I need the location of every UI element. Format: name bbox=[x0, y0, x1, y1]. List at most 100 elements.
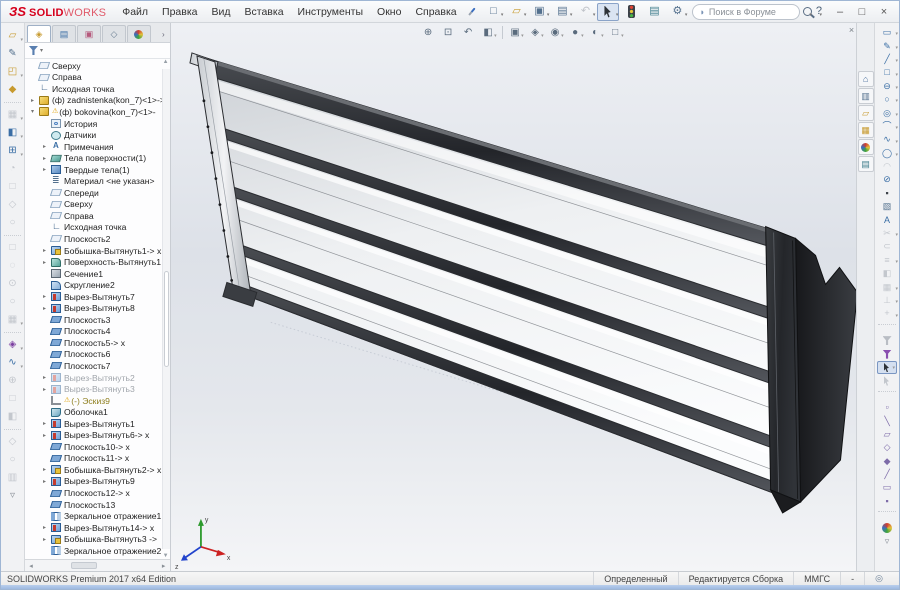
feature-pattern-button[interactable]: ▦ bbox=[1, 311, 24, 329]
route-button[interactable]: ∿ bbox=[1, 354, 24, 372]
tree-expand-arrow[interactable] bbox=[43, 466, 51, 473]
scrollbar-thumb[interactable] bbox=[71, 562, 98, 569]
filter-points-button[interactable]: ▪ bbox=[875, 495, 899, 508]
help-button[interactable]: ? bbox=[815, 3, 823, 21]
tabs-overflow-chevron[interactable]: › bbox=[162, 30, 168, 42]
tree-item[interactable]: ⚠ Сверху bbox=[25, 60, 162, 72]
lasso-select-button[interactable] bbox=[875, 374, 899, 387]
sketch-button[interactable]: ◇ bbox=[1, 196, 24, 214]
filter-solid-bodies-button[interactable]: ◆ bbox=[875, 455, 899, 468]
tree-expand-arrow[interactable] bbox=[43, 478, 51, 485]
sep[interactable] bbox=[1, 232, 24, 239]
tree-item[interactable]: ⚠ Сверху bbox=[25, 199, 162, 211]
reference-geometry-button[interactable]: □ bbox=[1, 178, 24, 196]
close-button[interactable]: × bbox=[873, 3, 895, 21]
tree-expand-arrow[interactable] bbox=[43, 374, 51, 381]
tree-item[interactable]: ⚠ Плоскость7 bbox=[25, 360, 162, 372]
filter-surface-bodies-button[interactable]: ◇ bbox=[875, 441, 899, 454]
tree-item[interactable]: ⚠ (-) Эскиз9 bbox=[25, 395, 162, 407]
mirror-components-button[interactable]: ◇ bbox=[1, 433, 24, 451]
sep[interactable] bbox=[875, 388, 899, 401]
trim-entities-button[interactable]: ✂ bbox=[875, 227, 899, 240]
design-library-tab[interactable]: ▥ bbox=[858, 88, 874, 104]
edit-appearance-button[interactable]: ● bbox=[566, 24, 585, 41]
arc-slot-button[interactable]: ⊘ bbox=[875, 173, 899, 186]
hole-wizard-button[interactable]: ○ bbox=[1, 214, 24, 232]
rectangle-button[interactable]: □ bbox=[875, 66, 899, 79]
line-button[interactable]: ╱ bbox=[875, 53, 899, 66]
tree-scroll-up-icon[interactable]: ▲ bbox=[163, 59, 169, 65]
tree-expand-arrow[interactable] bbox=[43, 432, 51, 439]
menu-item[interactable]: Вставка bbox=[239, 4, 290, 20]
sketch-chamfer-button[interactable]: ✎ bbox=[875, 39, 899, 52]
filter-caret-icon[interactable]: ▾ bbox=[40, 47, 43, 54]
tree-item[interactable]: ⚠ Зеркальное отражение2 bbox=[25, 545, 162, 557]
tree-item[interactable]: ⚠ Поверхность-Вытянуть1 bbox=[25, 256, 162, 268]
linear-component-pattern-button[interactable]: ▦ bbox=[1, 106, 24, 124]
apply-scene-button[interactable]: ◐ bbox=[586, 24, 605, 41]
filter-funnel-icon[interactable] bbox=[29, 46, 38, 55]
zoom-to-area-button[interactable]: ⊡ bbox=[439, 24, 458, 41]
filter-edges-button[interactable]: ╲ bbox=[875, 414, 899, 427]
text-button[interactable]: A bbox=[875, 213, 899, 226]
tree-item[interactable]: ⚠ Плоскость13 bbox=[25, 499, 162, 511]
swept-cut-button[interactable]: ⊙ bbox=[1, 275, 24, 293]
convert-entities-button[interactable]: ⊂ bbox=[875, 240, 899, 253]
fillet-button[interactable]: ⊕ bbox=[1, 372, 24, 390]
displaymanager-tab[interactable] bbox=[127, 25, 151, 42]
offset-entities-button[interactable]: ≡ bbox=[875, 254, 899, 267]
tree-expand-arrow[interactable] bbox=[43, 305, 51, 312]
filter-vertices-button[interactable]: ▫ bbox=[875, 401, 899, 414]
tangent-arc-button[interactable]: ◠ bbox=[875, 160, 899, 173]
plane-tool-button[interactable]: ▧ bbox=[875, 200, 899, 213]
tags-icon[interactable]: ◎ bbox=[864, 572, 893, 585]
tree-item[interactable]: ⚠ Плоскость3 bbox=[25, 314, 162, 326]
tree-item[interactable]: ⚠ Плоскость2 bbox=[25, 233, 162, 245]
tree-item[interactable]: ⚠ Вырез-Вытянуть3 bbox=[25, 383, 162, 395]
units-label[interactable]: ММГС bbox=[793, 572, 840, 585]
filter-planes-button[interactable]: ▭ bbox=[875, 481, 899, 494]
menu-item[interactable]: Файл bbox=[116, 4, 154, 20]
sep[interactable] bbox=[499, 24, 505, 41]
sep[interactable] bbox=[875, 508, 899, 521]
tree-item[interactable]: ⚠ Вырез-Вытянуть9 bbox=[25, 476, 162, 488]
undo-button[interactable]: ↶ bbox=[574, 3, 596, 21]
tree-item[interactable]: ⚠ Сечение1 bbox=[25, 268, 162, 280]
tree-item[interactable]: ⚠ (ф) zadnistenka(kon_7)<1>->> bbox=[25, 95, 162, 107]
previous-view-button[interactable]: ↶ bbox=[459, 24, 478, 41]
view-palette-tab[interactable]: ▦ bbox=[858, 122, 874, 138]
ellipse-button[interactable]: ◯ bbox=[875, 147, 899, 160]
tree-item[interactable]: ⚠ Справа bbox=[25, 72, 162, 84]
tree-item[interactable]: ⚠ Зеркальное отражение1 bbox=[25, 510, 162, 522]
maximize-button[interactable]: □ bbox=[851, 3, 873, 21]
zoom-to-fit-button[interactable]: ⊕ bbox=[419, 24, 438, 41]
propertymanager-tab[interactable]: ▤ bbox=[52, 25, 76, 42]
file-properties-button[interactable]: ▤ bbox=[643, 3, 665, 21]
menu-item[interactable]: Окно bbox=[371, 4, 407, 20]
select-arrow-button[interactable] bbox=[597, 3, 619, 21]
configurationmanager-tab[interactable]: ▣ bbox=[77, 25, 101, 42]
spline-button[interactable]: ∿ bbox=[875, 133, 899, 146]
view-settings-button[interactable]: □ bbox=[606, 24, 625, 41]
sep[interactable] bbox=[1, 329, 24, 336]
dimxpertmanager-tab[interactable]: ◇ bbox=[102, 25, 126, 42]
units-caret[interactable]: - bbox=[840, 572, 864, 585]
tree-item[interactable]: ⚠ Плоскость6 bbox=[25, 349, 162, 361]
toolbar-collapse-button[interactable]: ▿ bbox=[1, 487, 24, 505]
tree-item[interactable]: ⚠ Вырез-Вытянуть7 bbox=[25, 291, 162, 303]
open-file-button[interactable]: ▱ bbox=[505, 3, 527, 21]
extruded-cut-button[interactable]: □ bbox=[1, 239, 24, 257]
tree-expand-arrow[interactable] bbox=[43, 259, 51, 266]
tree-expand-arrow[interactable] bbox=[43, 166, 51, 173]
component-preview-button[interactable]: ◰ bbox=[1, 63, 24, 81]
lofted-cut-button[interactable]: ○ bbox=[1, 293, 24, 311]
point-button[interactable]: ▪ bbox=[875, 187, 899, 200]
sep[interactable] bbox=[1, 426, 24, 433]
rebuild-button[interactable] bbox=[620, 3, 642, 21]
shell-button[interactable]: ◧ bbox=[1, 408, 24, 426]
tree-scroll-down-icon[interactable]: ▼ bbox=[163, 553, 169, 559]
draft-button[interactable]: ○ bbox=[1, 451, 24, 469]
tree-item[interactable]: ⚠ Примечания bbox=[25, 141, 162, 153]
tree-vertical-scrollbar[interactable] bbox=[162, 69, 170, 549]
mate-button[interactable]: ⊞ bbox=[1, 142, 24, 160]
